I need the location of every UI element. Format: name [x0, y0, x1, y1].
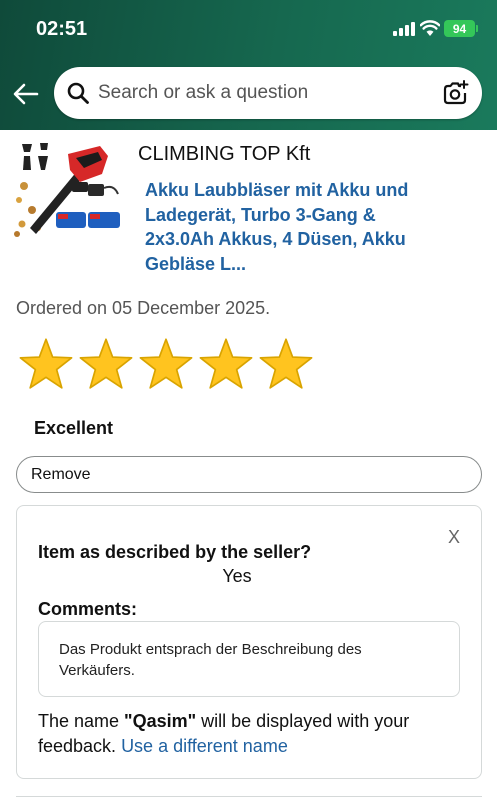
back-arrow-icon[interactable] [12, 80, 40, 108]
wifi-icon [420, 20, 440, 36]
rating-label: Excellent [34, 418, 114, 438]
camera-icon[interactable] [441, 79, 469, 107]
header: 02:51 94 [0, 0, 497, 130]
question-answer: Yes [222, 566, 252, 586]
close-button[interactable]: X [448, 527, 460, 548]
status-time: 02:51 [36, 18, 88, 40]
star-icon[interactable] [198, 337, 254, 393]
change-name-link[interactable]: Use a different name [121, 736, 288, 756]
search-icon [67, 82, 89, 104]
search-input[interactable] [98, 77, 428, 109]
comments-label: Comments: [38, 599, 138, 619]
order-date: Ordered on 05 December 2025. [16, 298, 271, 318]
name-prefix: The name [38, 711, 125, 731]
divider [16, 796, 482, 797]
star-icon[interactable] [78, 337, 134, 393]
feedback-card: X Item as described by the seller? Yes C… [16, 505, 482, 779]
product-title-link[interactable]: Akku Laubbläser mit Akku und Ladegerät, … [145, 178, 445, 276]
search-bar[interactable] [54, 67, 482, 119]
star-icon[interactable] [258, 337, 314, 393]
display-name-notice: The name "Qasim" will be displayed with … [38, 709, 468, 759]
remove-button[interactable]: Remove [16, 456, 482, 493]
star-icon[interactable] [18, 337, 74, 393]
question-label: Item as described by the seller? [38, 542, 312, 562]
signal-icon [393, 22, 415, 36]
star-icon[interactable] [138, 337, 194, 393]
product-image[interactable] [14, 140, 126, 238]
comment-textbox[interactable]: Das Produkt entsprach der Beschreibung d… [38, 621, 460, 697]
display-name: "Qasim" [124, 711, 197, 731]
star-rating[interactable] [18, 337, 318, 393]
seller-name: CLIMBING TOP Kft [138, 143, 311, 165]
battery-indicator: 94 [444, 20, 478, 37]
